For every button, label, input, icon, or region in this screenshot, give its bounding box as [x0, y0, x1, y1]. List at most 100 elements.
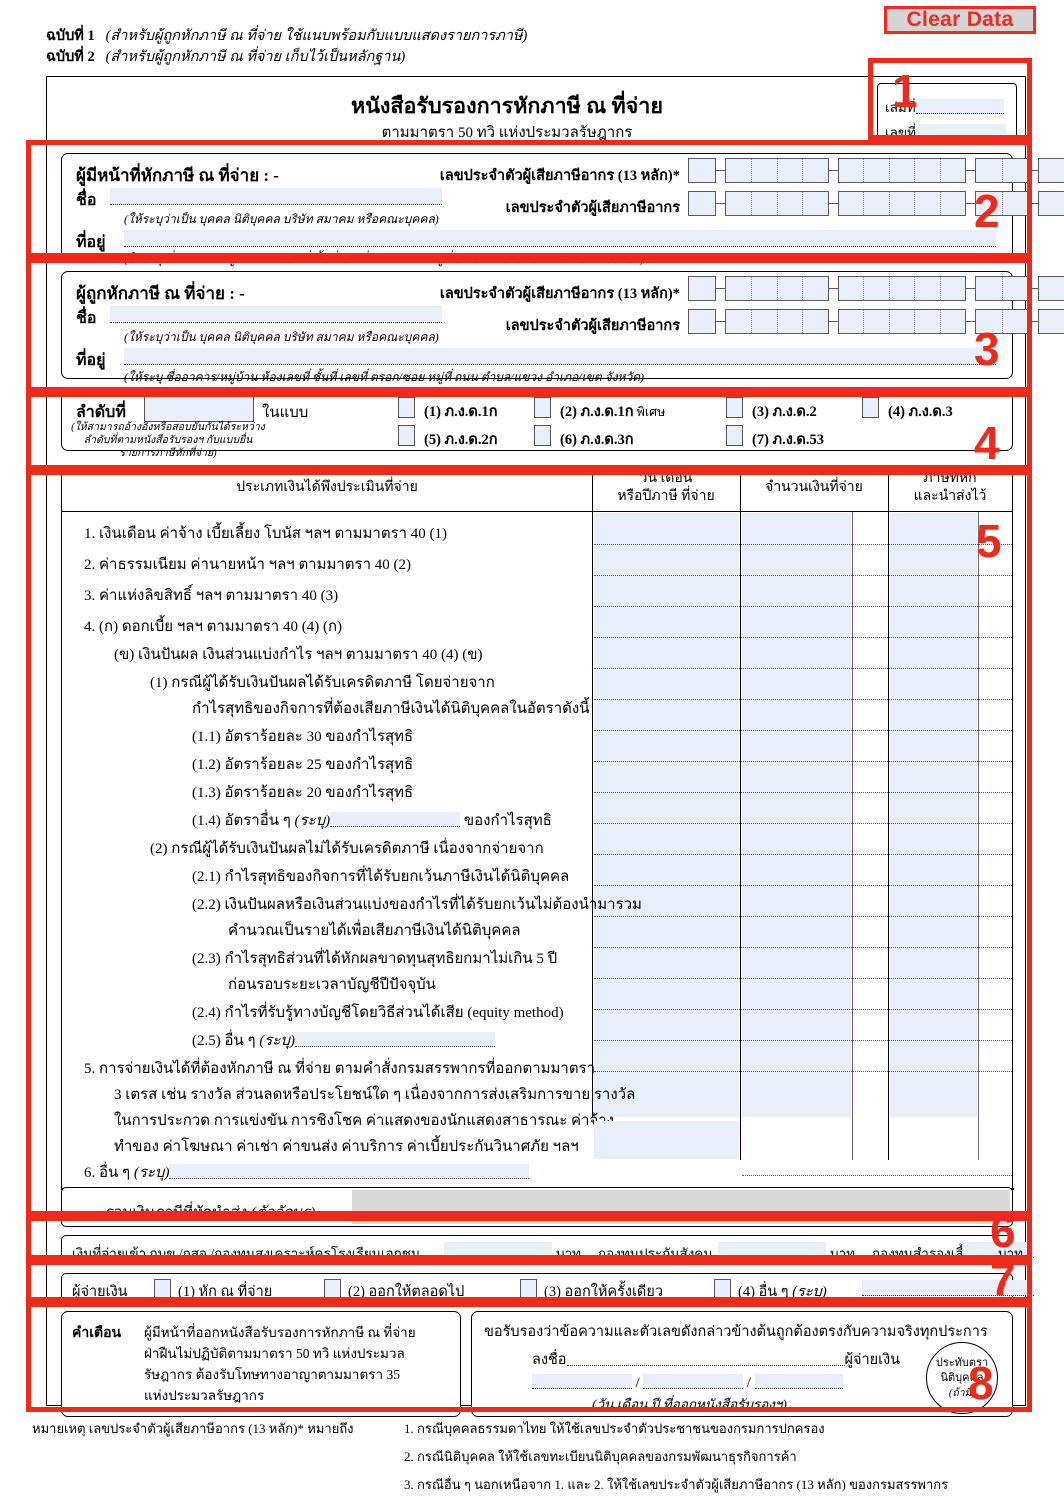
taxid-dash [1029, 169, 1038, 172]
checkbox-form-6[interactable] [534, 425, 551, 446]
taxid-cell-11-12[interactable] [975, 309, 1029, 334]
taxid-dash [829, 169, 838, 172]
taxid-cell-2-5[interactable] [725, 309, 829, 334]
taxid-cell-1[interactable] [688, 158, 716, 183]
row6-date-cell[interactable] [594, 1121, 739, 1159]
payer-address-input[interactable] [124, 230, 996, 247]
date-column-inputs[interactable] [594, 513, 739, 1117]
doc-no-row: เลขที่ [885, 121, 1007, 143]
warning-line-3: รัษฎากร ต้องรับโทษทางอาญาตามมาตรา 35 [144, 1367, 400, 1382]
taxid-cell-11-12[interactable] [975, 191, 1029, 216]
payer-name-hint: (ให้ระบุว่าเป็น บุคคล นิติบุคคล บริษัท ส… [124, 212, 439, 226]
condition-label-3: (3) ออกให้ครั้งเดียว [544, 1280, 663, 1303]
income-row-2-2-cont: คำนวณเป็นรายได้เพื่อเสียภาษีเงินได้นิติบ… [228, 923, 521, 939]
taxid-cell-2-5[interactable] [725, 158, 829, 183]
taxid-cell-2-5[interactable] [725, 276, 829, 301]
copy-2-bold: ฉบับที่ 2 [46, 49, 95, 65]
clear-data-button[interactable]: Clear Data [884, 6, 1036, 34]
checkbox-form-4[interactable] [862, 397, 879, 418]
payer-address-label: ที่อยู่ [76, 234, 106, 251]
income-row-4b-1-cont: กำไรสุทธิของกิจการที่ต้องเสียภาษีเงินได้… [192, 701, 590, 717]
payer-name-input[interactable] [110, 188, 442, 205]
opt2-extra: พิเศษ [633, 405, 666, 419]
taxid-cell-2-5[interactable] [725, 191, 829, 216]
taxid-dash [716, 320, 725, 323]
col-header-amount: จำนวนเงินที่จ่าย [765, 480, 863, 495]
document-number-box: เล่มที่ เลขที่ [877, 83, 1017, 145]
footnote-item-3: 3. กรณีอื่น ๆ นอกเหนือจาก 1. และ 2. ให้ใ… [404, 1477, 949, 1492]
taxid-cell-6-10[interactable] [838, 309, 966, 334]
payer-taxid-input-group[interactable] [688, 191, 1064, 216]
payer-taxid13-input-group[interactable] [688, 158, 1064, 183]
funds-prefix-label: เงินที่จ่ายเข้า กบข./กสจ./กองทุนสงเคราะห… [72, 1246, 421, 1261]
payee-address-label: ที่อยู่ [76, 352, 106, 369]
funds-input-1[interactable] [444, 1242, 552, 1258]
payer-taxid-label: เลขประจำตัวผู้เสียภาษีอากร [505, 200, 680, 216]
taxid-cell-6-10[interactable] [838, 191, 966, 216]
taxid-cell-6-10[interactable] [838, 158, 966, 183]
row-sep [594, 761, 1012, 762]
taxid-cell-1[interactable] [688, 309, 716, 334]
date-day-input[interactable] [532, 1374, 632, 1389]
doc-no-input[interactable] [916, 124, 1007, 139]
taxid-cell-13[interactable] [1038, 158, 1064, 183]
payee-name-input[interactable] [110, 306, 442, 323]
taxid-cell-1[interactable] [688, 276, 716, 301]
opt4-no: (4) [888, 404, 905, 420]
checkbox-form-5[interactable] [398, 425, 415, 446]
checkbox-condition-4[interactable] [714, 1279, 731, 1300]
page-title: หนังสือรับรองการหักภาษี ณ ที่จ่าย [351, 94, 663, 118]
taxid-dash [1029, 287, 1038, 290]
taxid-cell-11-12[interactable] [975, 276, 1029, 301]
income-row-4b: (ข) เงินปันผล เงินส่วนแบ่งกำไร ฯลฯ ตามมา… [114, 647, 483, 663]
row-sep [594, 1071, 1012, 1072]
payee-address-hint: (ให้ระบุ ชื่ออาคาร/หมู่บ้าน ห้องเลขที่ ช… [124, 370, 644, 384]
opt2-no: (2) [560, 404, 577, 420]
taxid-cell-13[interactable] [1038, 191, 1064, 216]
checkbox-condition-3[interactable] [520, 1279, 537, 1300]
taxid-cell-1[interactable] [688, 191, 716, 216]
taxid-cell-6-10[interactable] [838, 276, 966, 301]
footnote-item-2: 2. กรณีนิติบุคคล ให้ใช้เลขทะเบียนนิติบุค… [404, 1449, 797, 1464]
taxid-cell-13[interactable] [1038, 276, 1064, 301]
row-6-input[interactable] [169, 1164, 530, 1179]
date-row: / / [532, 1374, 843, 1392]
income-row-4a: 4. (ก) ดอกเบี้ย ฯลฯ ตามมาตรา 40 (4) (ก) [84, 619, 343, 635]
warning-line-1: ผู้มีหน้าที่ออกหนังสือรับรองการหักภาษี ณ… [144, 1325, 416, 1340]
sequence-input[interactable] [144, 396, 254, 422]
signature-input[interactable] [566, 1351, 845, 1366]
date-caption: (วัน เดือน ปี ที่ออกหนังสือรับรองฯ) [592, 1397, 787, 1412]
condition-other-input[interactable] [862, 1280, 1034, 1296]
total-in-words-input[interactable] [352, 1190, 1010, 1224]
tax-column-inputs[interactable] [890, 513, 977, 1117]
checkbox-form-1[interactable] [398, 397, 415, 418]
row-1-4-input[interactable] [330, 812, 461, 827]
checkbox-form-2[interactable] [534, 397, 551, 418]
date-year-input[interactable] [754, 1374, 843, 1389]
book-no-input[interactable] [915, 99, 1004, 114]
payee-address-input[interactable] [124, 348, 996, 365]
signature-label: ลงชื่อ [532, 1352, 567, 1368]
income-row-4b-2: (2) กรณีผู้ได้รับเงินปันผลไม่ได้รับเครดิ… [150, 841, 544, 857]
corporate-seal-icon: ประทับตรา นิติบุคคล (ถ้ามี) [926, 1342, 998, 1414]
cond4-no: (4) [738, 1284, 755, 1300]
seal-line-3: (ถ้ามี) [948, 1387, 976, 1399]
taxid-cell-13[interactable] [1038, 309, 1064, 334]
opt6-label: ภ.ง.ด.3ก [580, 432, 634, 448]
payee-taxid-input-group[interactable] [688, 309, 1064, 334]
checkbox-condition-1[interactable] [154, 1279, 171, 1300]
funds-input-2[interactable] [718, 1242, 826, 1258]
checkbox-form-7[interactable] [726, 425, 743, 446]
checkbox-form-3[interactable] [726, 397, 743, 418]
row-2-5-input[interactable] [294, 1032, 495, 1047]
taxid-cell-11-12[interactable] [975, 158, 1029, 183]
amount-column-inputs[interactable] [742, 513, 851, 1117]
footnote-label: หมายเหตุ เลขประจำตัวผู้เสียภาษีอากร (13 … [32, 1421, 354, 1436]
row-1-4-text: (1.4) อัตราอื่น ๆ [192, 813, 295, 829]
payee-taxid13-input-group[interactable] [688, 276, 1064, 301]
payer-address-hint: (ให้ระบุ ชื่ออาคาร/หมู่บ้าน ห้องเลขที่ ช… [124, 252, 644, 266]
income-row-5-l3: ในการประกวด การแข่งขัน การชิงโชค ค่าแสดง… [114, 1113, 615, 1129]
checkbox-label-form-2: (2) ภ.ง.ด.1ก พิเศษ [560, 400, 665, 423]
date-month-input[interactable] [643, 1374, 744, 1389]
checkbox-condition-2[interactable] [324, 1279, 341, 1300]
